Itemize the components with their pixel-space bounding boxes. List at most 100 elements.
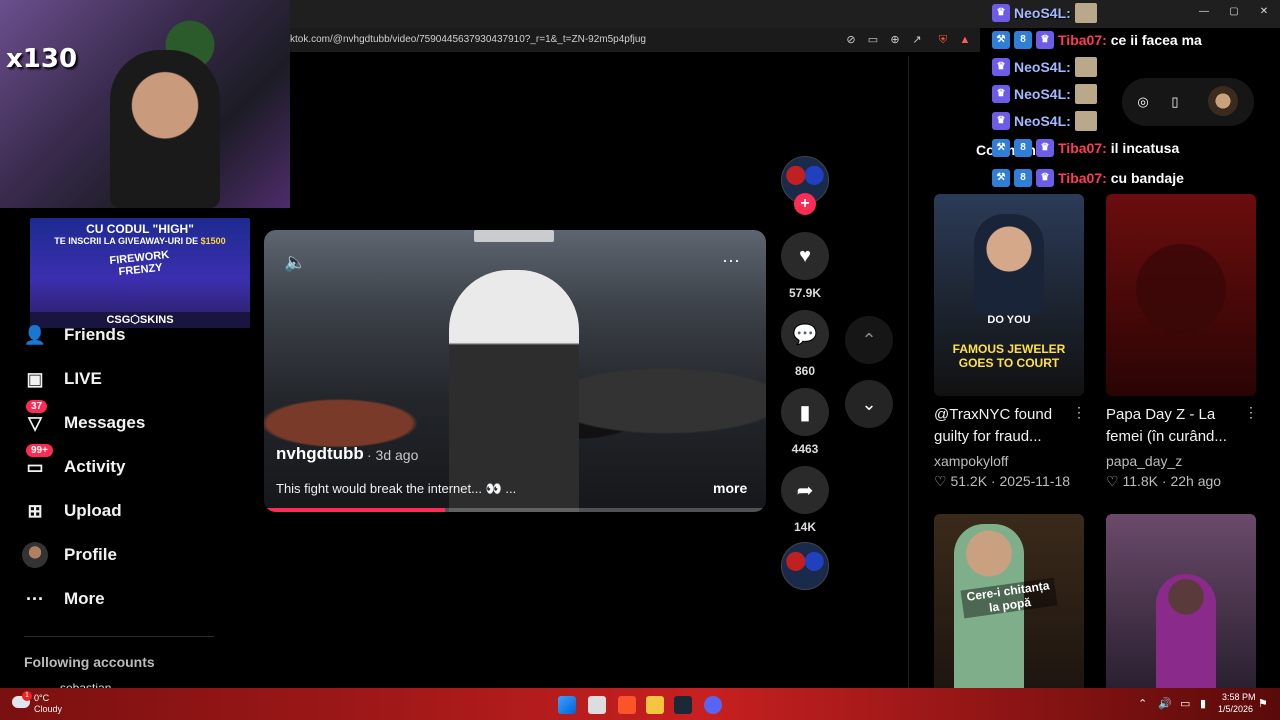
nav-activity[interactable]: ▭ 99+ Activity — [22, 444, 126, 480]
nav-upload[interactable]: ⊞ Upload — [22, 498, 121, 524]
battery-tray-icon[interactable]: ▮ — [1200, 697, 1206, 710]
url-text[interactable]: ktok.com/@nvhgdtubb/video/75904456379304… — [290, 34, 646, 45]
clock-time[interactable]: 3:58 PM — [1222, 692, 1256, 702]
share-icon[interactable]: ↗ — [910, 33, 924, 47]
banner-game-title: FIREWORK FRENZY — [108, 248, 170, 279]
kebab-menu-icon[interactable]: ⋮ — [1244, 404, 1258, 421]
nav-activity-label: Activity — [64, 457, 126, 476]
clock-date[interactable]: 1/5/2026 — [1218, 704, 1253, 714]
brave-rewards-icon[interactable]: ▲ — [958, 33, 972, 47]
messages-icon: ▽ 37 — [22, 400, 48, 436]
video-options-icon[interactable]: ··· — [722, 250, 740, 271]
close-window-button[interactable]: ✕ — [1256, 6, 1272, 20]
chat-message-text: ce ii facea ma — [1110, 32, 1202, 48]
previous-video-button[interactable]: ⌃ — [845, 316, 893, 364]
comment-icon[interactable]: 💬 — [781, 310, 829, 358]
file-explorer-icon[interactable] — [646, 696, 664, 714]
following-accounts-title: Following accounts — [24, 654, 155, 670]
video-progress-track[interactable] — [264, 508, 766, 512]
chat-emote-image — [1074, 111, 1097, 131]
activity-icon: ▭ 99+ — [22, 444, 53, 480]
weather-alert-badge: 1 — [22, 691, 32, 701]
related-video-thumb[interactable] — [1106, 514, 1256, 688]
network-tray-icon[interactable]: ▭ — [1180, 697, 1190, 710]
messages-badge: 37 — [26, 400, 48, 413]
video-caption: This fight would break the internet... 👀… — [276, 481, 517, 496]
bookmark-icon[interactable]: ▮ — [781, 388, 829, 436]
tray-chevron-icon[interactable]: ⌃ — [1138, 697, 1147, 710]
related-video-thumb[interactable]: Cere-i chitanța la popă — [934, 514, 1084, 688]
nav-divider — [24, 636, 214, 637]
thumb-person — [974, 214, 1044, 314]
related-video-meta: ♡ 11.8K · 22h ago — [1106, 473, 1222, 489]
related-video-thumb[interactable]: DO YOU FAMOUS JEWELER GOES TO COURT — [934, 194, 1084, 396]
banner-headline: CU CODUL "HIGH" — [86, 222, 194, 236]
save-action[interactable]: ▮ 4463 — [781, 388, 829, 456]
brave-browser-icon[interactable] — [618, 696, 636, 714]
weather-desc[interactable]: Cloudy — [34, 704, 62, 714]
nav-profile[interactable]: Profile — [22, 542, 117, 568]
nav-friends[interactable]: 👤 Friends — [22, 322, 126, 348]
maximize-button[interactable]: ▢ — [1226, 6, 1242, 20]
music-disc-avatar[interactable] — [781, 542, 829, 590]
volume-tray-icon[interactable]: 🔊 — [1158, 697, 1172, 710]
follow-plus-button[interactable]: + — [794, 193, 816, 215]
video-author[interactable]: nvhgdtubb — [276, 444, 364, 464]
chat-username: NeoS4L: — [1014, 59, 1071, 75]
discord-icon[interactable] — [704, 696, 722, 714]
like-count: 57.9K — [788, 286, 822, 300]
chat-rank-icon: ♛ — [992, 112, 1010, 130]
related-video-user[interactable]: xampokyloff — [934, 453, 1008, 469]
volume-icon[interactable]: 🔈 — [284, 252, 306, 273]
share-arrow-icon[interactable]: ➦ — [781, 466, 829, 514]
chat-username: NeoS4L: — [1014, 5, 1071, 21]
heart-icon[interactable]: ♥ — [781, 232, 829, 280]
profile-avatar — [22, 542, 48, 568]
comment-action[interactable]: 💬 860 — [781, 310, 829, 378]
video-light — [474, 230, 554, 242]
user-avatar[interactable] — [1208, 86, 1238, 116]
next-video-button[interactable]: ⌄ — [845, 380, 893, 428]
cast-icon[interactable]: ▭ — [866, 33, 880, 47]
nav-messages[interactable]: ▽ 37 Messages — [22, 400, 146, 436]
related-video-thumb[interactable] — [1106, 194, 1256, 396]
video-player[interactable]: 🔈 ··· nvhgdtubb · 3d ago This fight woul… — [264, 230, 766, 512]
share-count: 14K — [793, 520, 816, 534]
chat-message-row: ♛ NeoS4L: — [992, 56, 1097, 78]
chat-emote-image — [1074, 84, 1097, 104]
steam-icon[interactable] — [674, 696, 692, 714]
windows-taskbar — [0, 688, 1280, 720]
related-video-title[interactable]: Papa Day Z - La femei (în curând... — [1106, 404, 1256, 448]
friends-icon: 👤 — [23, 324, 47, 345]
minimize-button[interactable]: — — [1196, 6, 1212, 20]
comment-count: 860 — [794, 364, 816, 378]
brave-shield-icon[interactable]: ⛨ — [936, 33, 950, 47]
related-video-likes: 11.8K — [1122, 473, 1158, 489]
tiktok-coin-icon[interactable]: ◎ — [1135, 94, 1151, 110]
chat-username: Tiba07: — [1058, 140, 1107, 156]
like-action[interactable]: ♥ 57.9K — [781, 232, 829, 300]
nav-more[interactable]: ··· More — [22, 586, 105, 612]
task-view-icon[interactable] — [588, 696, 606, 714]
nav-live-label: LIVE — [64, 369, 102, 388]
caption-more-button[interactable]: more — [713, 480, 747, 496]
kebab-menu-icon[interactable]: ⋮ — [1072, 404, 1086, 421]
weather-temp[interactable]: 0°C — [34, 693, 49, 703]
nav-live[interactable]: ▣ LIVE — [22, 366, 102, 392]
nav-messages-label: Messages — [64, 413, 146, 432]
related-video-date: 2025-11-18 — [999, 473, 1071, 489]
chat-level-icon: 8 — [1014, 31, 1032, 49]
live-icon: ▣ — [26, 368, 44, 389]
windows-start-icon[interactable] — [558, 696, 576, 714]
notification-icon[interactable]: ⚑ — [1258, 697, 1268, 710]
save-count: 4463 — [791, 442, 819, 456]
zoom-icon[interactable]: ⊕ — [888, 33, 902, 47]
chat-level-icon: 8 — [1014, 139, 1032, 157]
phone-icon[interactable]: ▯ — [1167, 94, 1183, 110]
related-video-user[interactable]: papa_day_z — [1106, 453, 1182, 469]
reader-mode-icon[interactable]: ⊘ — [844, 33, 858, 47]
share-action[interactable]: ➦ 14K — [781, 466, 829, 534]
chat-emote-image — [1074, 3, 1097, 23]
chat-rank-icon: ♛ — [1036, 31, 1054, 49]
related-video-title[interactable]: @TraxNYC found guilty for fraud... — [934, 404, 1084, 448]
